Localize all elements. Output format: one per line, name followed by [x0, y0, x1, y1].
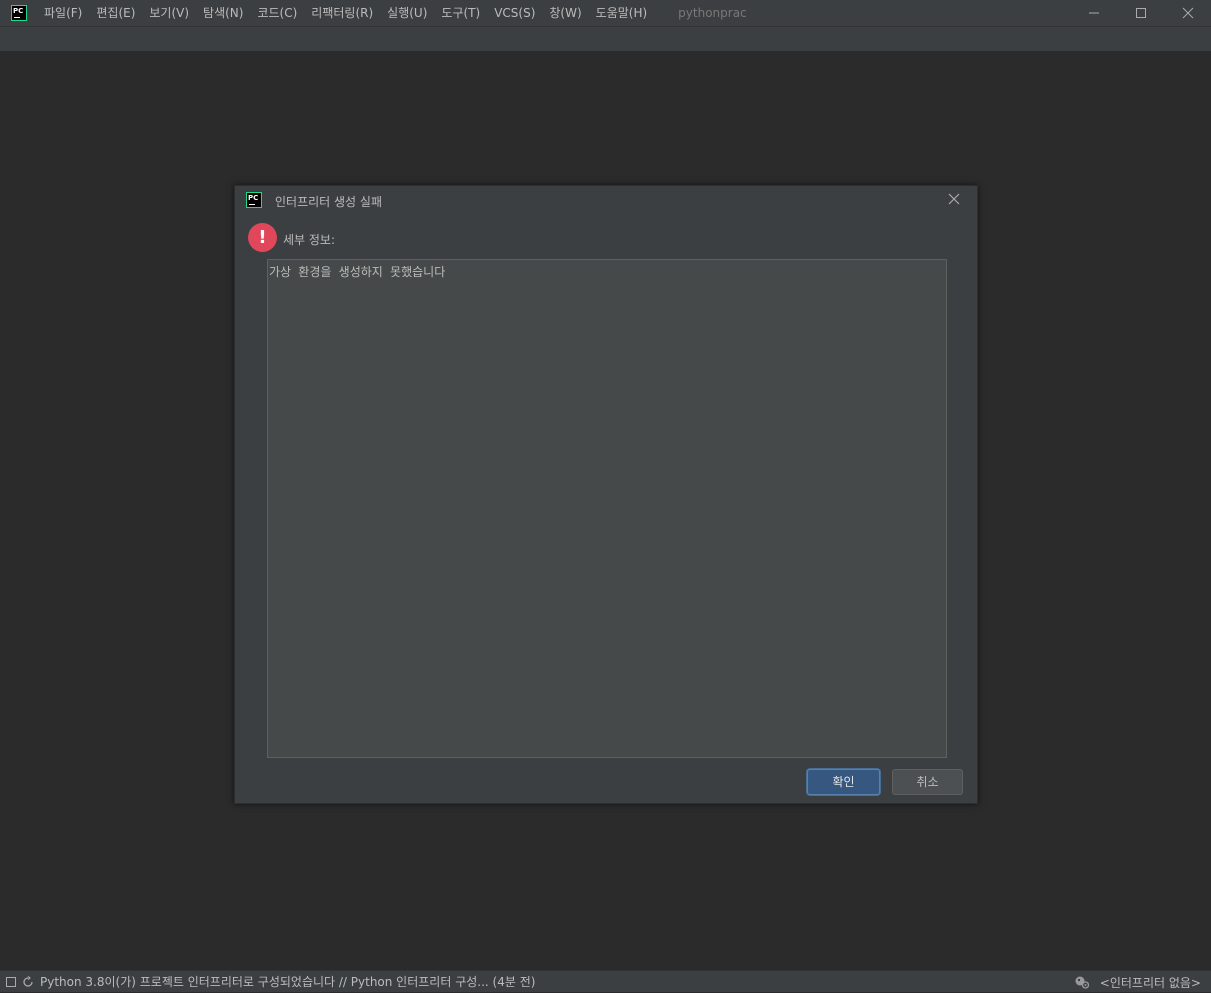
- status-message[interactable]: Python 3.8이(가) 프로젝트 인터프리터로 구성되었습니다 // Py…: [40, 973, 535, 990]
- interpreter-error-dialog: PC 인터프리터 생성 실패 ! 세부 정보: 가상 환경을 생성하지 못했습니…: [234, 185, 978, 804]
- ok-button[interactable]: 확인: [807, 769, 880, 795]
- main-menu: 파일(F) 편집(E) 보기(V) 탐색(N) 코드(C) 리팩터링(R) 실행…: [37, 0, 747, 26]
- menu-edit[interactable]: 편집(E): [89, 0, 142, 26]
- close-button[interactable]: [1164, 0, 1211, 26]
- app-logo-icon[interactable]: PC: [11, 5, 27, 21]
- toolbar: [0, 26, 1211, 52]
- menu-code[interactable]: 코드(C): [250, 0, 304, 26]
- status-right: <인터프리터 없음>: [1074, 971, 1201, 993]
- menu-navigate[interactable]: 탐색(N): [196, 0, 250, 26]
- detail-text: 가상 환경을 생성하지 못했습니다: [269, 265, 446, 279]
- minimize-icon: [1088, 12, 1099, 14]
- dialog-logo-text: PC: [248, 194, 259, 202]
- title-bar: PC 파일(F) 편집(E) 보기(V) 탐색(N) 코드(C) 리팩터링(R)…: [0, 0, 1211, 26]
- menu-view[interactable]: 보기(V): [142, 0, 196, 26]
- status-bar: Python 3.8이(가) 프로젝트 인터프리터로 구성되었습니다 // Py…: [0, 970, 1211, 992]
- dialog-title: 인터프리터 생성 실패: [275, 195, 382, 209]
- maximize-icon: [1135, 8, 1146, 18]
- menu-run[interactable]: 실행(U): [380, 0, 434, 26]
- inspector-icon[interactable]: [1074, 975, 1090, 989]
- menu-window[interactable]: 창(W): [542, 0, 588, 26]
- layout-icon[interactable]: [6, 976, 16, 987]
- error-icon: !: [248, 223, 277, 252]
- project-name: pythonprac: [678, 6, 747, 20]
- menu-vcs[interactable]: VCS(S): [487, 0, 542, 26]
- maximize-button[interactable]: [1117, 0, 1164, 26]
- detail-text-area[interactable]: 가상 환경을 생성하지 못했습니다: [267, 259, 947, 758]
- cancel-button[interactable]: 취소: [892, 769, 963, 795]
- close-icon: [1182, 7, 1193, 19]
- dialog-logo-icon: PC: [246, 192, 262, 208]
- menu-tools[interactable]: 도구(T): [434, 0, 487, 26]
- app-logo-text: PC: [13, 7, 24, 15]
- menu-file[interactable]: 파일(F): [37, 0, 89, 26]
- detail-label: 세부 정보:: [283, 233, 336, 247]
- dialog-header: PC 인터프리터 생성 실패: [235, 186, 977, 214]
- close-icon: [948, 193, 960, 205]
- interpreter-selector[interactable]: <인터프리터 없음>: [1100, 974, 1201, 991]
- window-controls: [1070, 0, 1211, 26]
- dialog-close-button[interactable]: [947, 192, 961, 206]
- menu-refactor[interactable]: 리팩터링(R): [304, 0, 380, 26]
- spinner-icon: [23, 975, 33, 987]
- menu-help[interactable]: 도움말(H): [589, 0, 655, 26]
- minimize-button[interactable]: [1070, 0, 1117, 26]
